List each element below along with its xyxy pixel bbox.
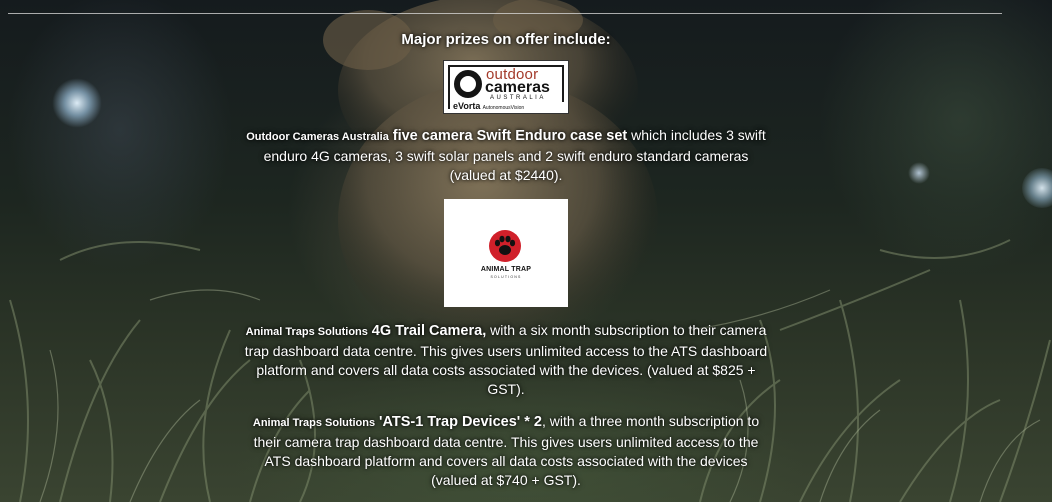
logo-text-solutions: SOLUTIONS (490, 275, 522, 279)
animal-trap-solutions-logo: ANIMAL TRAP SOLUTIONS (444, 199, 568, 307)
prize-description: Animal Traps Solutions 4G Trail Camera, … (240, 321, 772, 399)
prizes-heading: Major prizes on offer include: (401, 31, 611, 48)
logo-text-australia: AUSTRALIA (490, 95, 546, 101)
prize-sponsor: Animal Traps Solutions (252, 417, 376, 429)
prize-item: five camera Swift Enduro case set (392, 128, 628, 144)
prize-item: 'ATS-1 Trap Devices' * 2 (379, 414, 542, 430)
logo-text-evorta: eVorta AutonomousVision (450, 102, 566, 111)
garden-light (908, 162, 930, 184)
divider (8, 13, 1002, 14)
prize-description: Outdoor Cameras Australia five camera Sw… (240, 126, 772, 185)
garden-light (52, 78, 102, 128)
prize-item: 4G Trail Camera, (371, 323, 487, 339)
logo-text-animal-trap: ANIMAL TRAP (480, 266, 532, 273)
prize-sponsor: Outdoor Cameras Australia (246, 131, 389, 143)
outdoor-cameras-australia-logo: outdoor cameras AUSTRALIA eVorta Autonom… (443, 60, 569, 114)
prize-section: Major prizes on offer include: outdoor c… (0, 0, 1052, 502)
prize-description: Animal Traps Solutions 'ATS-1 Trap Devic… (240, 412, 772, 490)
paw-print-icon (489, 230, 521, 262)
prize-sponsor: Animal Traps Solutions (245, 326, 368, 338)
logo-ring-icon (454, 70, 482, 98)
